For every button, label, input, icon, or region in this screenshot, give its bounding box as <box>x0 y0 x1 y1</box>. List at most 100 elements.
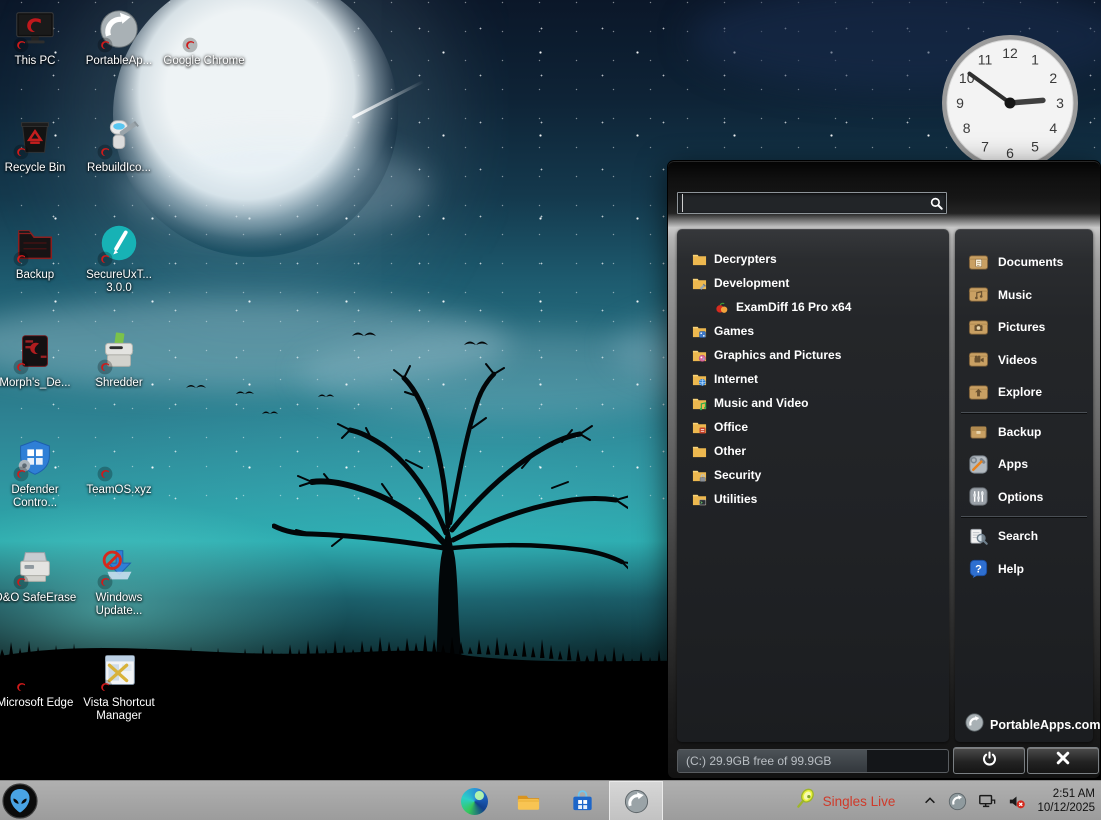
app-category-item[interactable]: Security <box>677 463 949 487</box>
red-dragon-badge-icon <box>13 466 29 482</box>
desktop-icon[interactable]: PortableAp... <box>77 6 161 68</box>
desktop-icon-label: TeamOS.xyz <box>77 484 161 497</box>
cat-graphics-icon <box>689 348 709 363</box>
place-label: Music <box>998 288 1032 302</box>
desktop-icon[interactable]: Google Chrome <box>162 6 246 68</box>
desktop-icon[interactable]: Vista Shortcut Manager <box>77 648 161 723</box>
app-search-box[interactable] <box>677 192 947 214</box>
brand-label: PortableApps.com <box>990 718 1100 732</box>
desktop-icon[interactable]: Shredder <box>77 328 161 390</box>
category-label: ExamDiff 16 Pro x64 <box>736 300 851 314</box>
desktop-icon-label: Shredder <box>77 377 161 390</box>
app-category-item[interactable]: Utilities <box>677 487 949 511</box>
taskbar: Singles Live 2:51 AM 10/12/2025 <box>0 780 1101 820</box>
desktop-icon-label: Vista Shortcut Manager <box>77 697 161 723</box>
pl-backup-icon <box>965 421 991 442</box>
svg-text:6: 6 <box>1006 145 1014 161</box>
clock-gadget[interactable]: 123456789101112 <box>938 31 1082 175</box>
red-dragon-badge-icon <box>97 574 113 590</box>
app-category-item[interactable]: Office <box>677 415 949 439</box>
desktop-icon[interactable]: Microsoft Edge <box>0 648 77 710</box>
app-category-item[interactable]: ExamDiff 16 Pro x64 <box>677 295 949 319</box>
svg-text:5: 5 <box>1031 138 1039 154</box>
tray-portableapps-icon[interactable] <box>948 792 967 811</box>
red-dragon-badge-icon <box>13 37 29 53</box>
drive-space-label: (C:) 29.9GB free of 99.9GB <box>686 750 831 772</box>
app-category-item[interactable]: Development <box>677 271 949 295</box>
desktop-icon-label: Backup <box>0 269 77 282</box>
category-label: Security <box>714 468 761 482</box>
tool-item[interactable]: Search <box>955 520 1093 553</box>
tray-volume-muted-icon[interactable] <box>1007 792 1026 811</box>
category-label: Graphics and Pictures <box>714 348 841 362</box>
power-button[interactable] <box>953 747 1025 774</box>
desktop-icon[interactable]: This PC <box>0 6 77 68</box>
desktop-icon-label: Windows Update... <box>77 592 161 618</box>
red-dragon-badge-icon <box>97 466 113 482</box>
app-category-item[interactable]: Other <box>677 439 949 463</box>
taskbar-button[interactable] <box>609 781 663 820</box>
portableapps-logo-icon <box>965 713 984 737</box>
pl-help-icon: ? <box>965 558 991 579</box>
search-icon[interactable] <box>926 196 946 211</box>
close-menu-button[interactable] <box>1027 747 1099 774</box>
desktop-icon[interactable]: TeamOS.xyz <box>77 435 161 497</box>
tb-edge-icon <box>461 788 488 815</box>
category-label: Other <box>714 444 746 458</box>
place-label: Explore <box>998 385 1042 399</box>
news-widget[interactable]: Singles Live <box>795 788 896 814</box>
place-item[interactable]: Music <box>955 279 1093 312</box>
taskbar-clock[interactable]: 2:51 AM 10/12/2025 <box>1037 787 1095 815</box>
desktop-icon[interactable]: Morph's_De... <box>0 328 77 390</box>
tool-item[interactable]: ? Help <box>955 553 1093 586</box>
clock-time: 2:51 AM <box>1037 787 1095 801</box>
svg-text:4: 4 <box>1049 120 1057 136</box>
category-label: Development <box>714 276 789 290</box>
app-category-item[interactable]: Decrypters <box>677 247 949 271</box>
taskbar-button[interactable] <box>555 781 609 820</box>
pl-options-icon <box>965 486 991 507</box>
place-item[interactable]: Videos <box>955 344 1093 377</box>
red-dragon-badge-icon <box>97 359 113 375</box>
taskbar-button[interactable] <box>447 781 501 820</box>
action-item[interactable]: Options <box>955 481 1093 514</box>
place-item[interactable]: Pictures <box>955 311 1093 344</box>
desktop-icon[interactable]: RebuildIco... <box>77 113 161 175</box>
place-item[interactable]: Explore <box>955 376 1093 409</box>
desktop-icon[interactable]: Recycle Bin <box>0 113 77 175</box>
desktop-icon[interactable]: SecureUxT... 3.0.0 <box>77 220 161 295</box>
desktop-icon[interactable]: O&O SafeErase <box>0 543 77 605</box>
desktop-icon-label: Microsoft Edge <box>0 697 77 710</box>
desktop-icon[interactable]: Windows Update... <box>77 543 161 618</box>
app-category-item[interactable]: Music and Video <box>677 391 949 415</box>
desktop-icon[interactable]: Defender Contro... <box>0 435 77 510</box>
desktop-icon-label: RebuildIco... <box>77 162 161 175</box>
portableapps-brand[interactable]: PortableApps.com <box>959 713 1100 737</box>
app-category-item[interactable]: Internet <box>677 367 949 391</box>
cat-security-icon <box>689 468 709 483</box>
desktop-icon-label: O&O SafeErase <box>0 592 77 605</box>
svg-text:7: 7 <box>981 138 989 154</box>
place-item[interactable]: Documents <box>955 246 1093 279</box>
pl-search-icon <box>965 526 991 547</box>
desktop-icon[interactable]: Backup <box>0 220 77 282</box>
desktop-icon-label: This PC <box>0 55 77 68</box>
red-dragon-badge-icon <box>13 574 29 590</box>
tray-chevron-up-icon[interactable] <box>923 794 937 808</box>
red-dragon-badge-icon <box>97 251 113 267</box>
svg-text:1: 1 <box>1031 52 1039 68</box>
place-label: Pictures <box>998 320 1045 334</box>
search-input[interactable] <box>682 194 926 212</box>
app-category-item[interactable]: Games <box>677 319 949 343</box>
tray-network-icon[interactable] <box>978 792 996 810</box>
alien-start-icon <box>2 783 38 819</box>
action-item[interactable]: Apps <box>955 448 1093 481</box>
clock-date: 10/12/2025 <box>1037 801 1095 815</box>
start-button[interactable] <box>2 783 38 819</box>
red-dragon-badge-icon <box>97 679 113 695</box>
red-dragon-badge-icon <box>13 144 29 160</box>
action-item[interactable]: Backup <box>955 416 1093 449</box>
taskbar-button[interactable] <box>501 781 555 820</box>
app-category-item[interactable]: Graphics and Pictures <box>677 343 949 367</box>
cat-office-icon <box>689 420 709 435</box>
